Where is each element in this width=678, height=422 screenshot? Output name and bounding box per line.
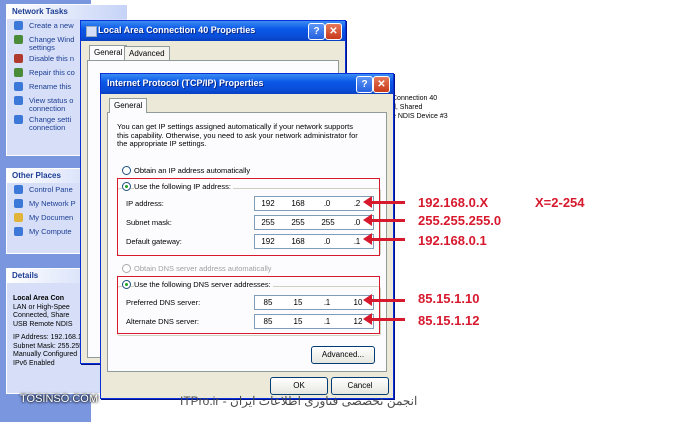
network-tasks-item-label: Rename this	[29, 82, 72, 91]
connection-properties-title: Local Area Connection 40 Properties	[98, 25, 256, 35]
connection-side-text-1: Connection 40	[392, 95, 438, 102]
x-range-annotation: X=2-254	[535, 195, 585, 210]
help-icon[interactable]: ?	[308, 23, 325, 40]
gateway-arrow	[363, 233, 405, 245]
footer-site-right: ITPro.ir - انجمن تخصصی فناوری اطلاعات ای…	[180, 394, 418, 408]
tcpip-titlebar[interactable]: Internet Protocol (TCP/IP) Properties ? …	[101, 74, 393, 94]
tab-general[interactable]: General	[109, 98, 148, 113]
tcpip-title: Internet Protocol (TCP/IP) Properties	[107, 78, 264, 88]
dns1-arrow	[363, 294, 405, 306]
tab-general-back[interactable]: General	[89, 45, 128, 60]
footer-site-left: TOSINSO.COM	[20, 393, 99, 405]
dns1-annotation: 85.15.1.10	[418, 291, 480, 306]
connection-side-text-2: d, Shared	[392, 104, 423, 111]
network-tasks-item-label: Create a new	[29, 21, 74, 30]
other-places-item-label: My Compute	[29, 227, 72, 236]
connection-properties-titlebar[interactable]: Local Area Connection 40 Properties ? ✕	[81, 21, 345, 41]
ok-button[interactable]: OK	[270, 377, 328, 395]
obtain-dns-auto-radio[interactable]	[122, 264, 131, 273]
network-tasks-item-label: Repair this co	[29, 68, 75, 77]
other-places-item-icon	[14, 227, 23, 236]
other-places-item-icon	[14, 185, 23, 194]
other-places-item-label: Control Pane	[29, 185, 73, 194]
task-pane: Network Tasks Create a new Change Wind se…	[0, 0, 128, 422]
other-places-item-label: My Network P	[29, 199, 76, 208]
network-tasks-item-label: Disable this n	[29, 54, 75, 63]
network-tasks-item-icon	[14, 35, 23, 44]
obtain-ip-auto-label[interactable]: Obtain an IP address automatically	[134, 166, 250, 175]
network-tasks-item-icon	[14, 82, 23, 91]
other-places-item-icon	[14, 213, 23, 222]
mask-annotation: 255.255.255.0	[418, 213, 502, 228]
other-places-item-label: My Documen	[29, 213, 74, 222]
ip-annotation: 192.168.0.X	[418, 195, 489, 210]
tcpip-intro-text: You can get IP settings assigned automat…	[117, 122, 358, 148]
network-tasks-item-icon	[14, 68, 23, 77]
advanced-button[interactable]: Advanced...	[311, 346, 375, 364]
cancel-button[interactable]: Cancel	[331, 377, 389, 395]
dns2-arrow	[363, 313, 405, 325]
tab-advanced[interactable]: Advanced	[124, 46, 170, 61]
connection-side-text-3: e NDIS Device #3	[392, 113, 448, 120]
close-icon[interactable]: ✕	[325, 23, 342, 40]
dns-settings-highlight	[117, 276, 380, 334]
network-tasks-item-icon	[14, 21, 23, 30]
other-places-item-icon	[14, 199, 23, 208]
network-tasks-item-icon	[14, 115, 23, 124]
obtain-ip-auto-radio[interactable]	[122, 166, 131, 175]
close-icon[interactable]: ✕	[373, 76, 390, 93]
dns2-annotation: 85.15.1.12	[418, 313, 480, 328]
gateway-annotation: 192.168.0.1	[418, 233, 487, 248]
network-tasks-item-icon	[14, 54, 23, 63]
network-tasks-item-label: Change setti connection	[29, 115, 72, 132]
obtain-dns-auto-label[interactable]: Obtain DNS server address automatically	[134, 264, 272, 273]
ip-settings-highlight	[117, 178, 380, 256]
network-connection-icon	[86, 26, 97, 37]
mask-arrow	[363, 214, 405, 226]
network-tasks-item-icon	[14, 96, 23, 105]
network-tasks-header[interactable]: Network Tasks	[7, 5, 127, 19]
network-tasks-item-label: Change Wind settings	[29, 35, 75, 52]
help-icon[interactable]: ?	[356, 76, 373, 93]
network-tasks-item-label: View status o connection	[29, 96, 74, 113]
ip-arrow	[363, 196, 405, 208]
